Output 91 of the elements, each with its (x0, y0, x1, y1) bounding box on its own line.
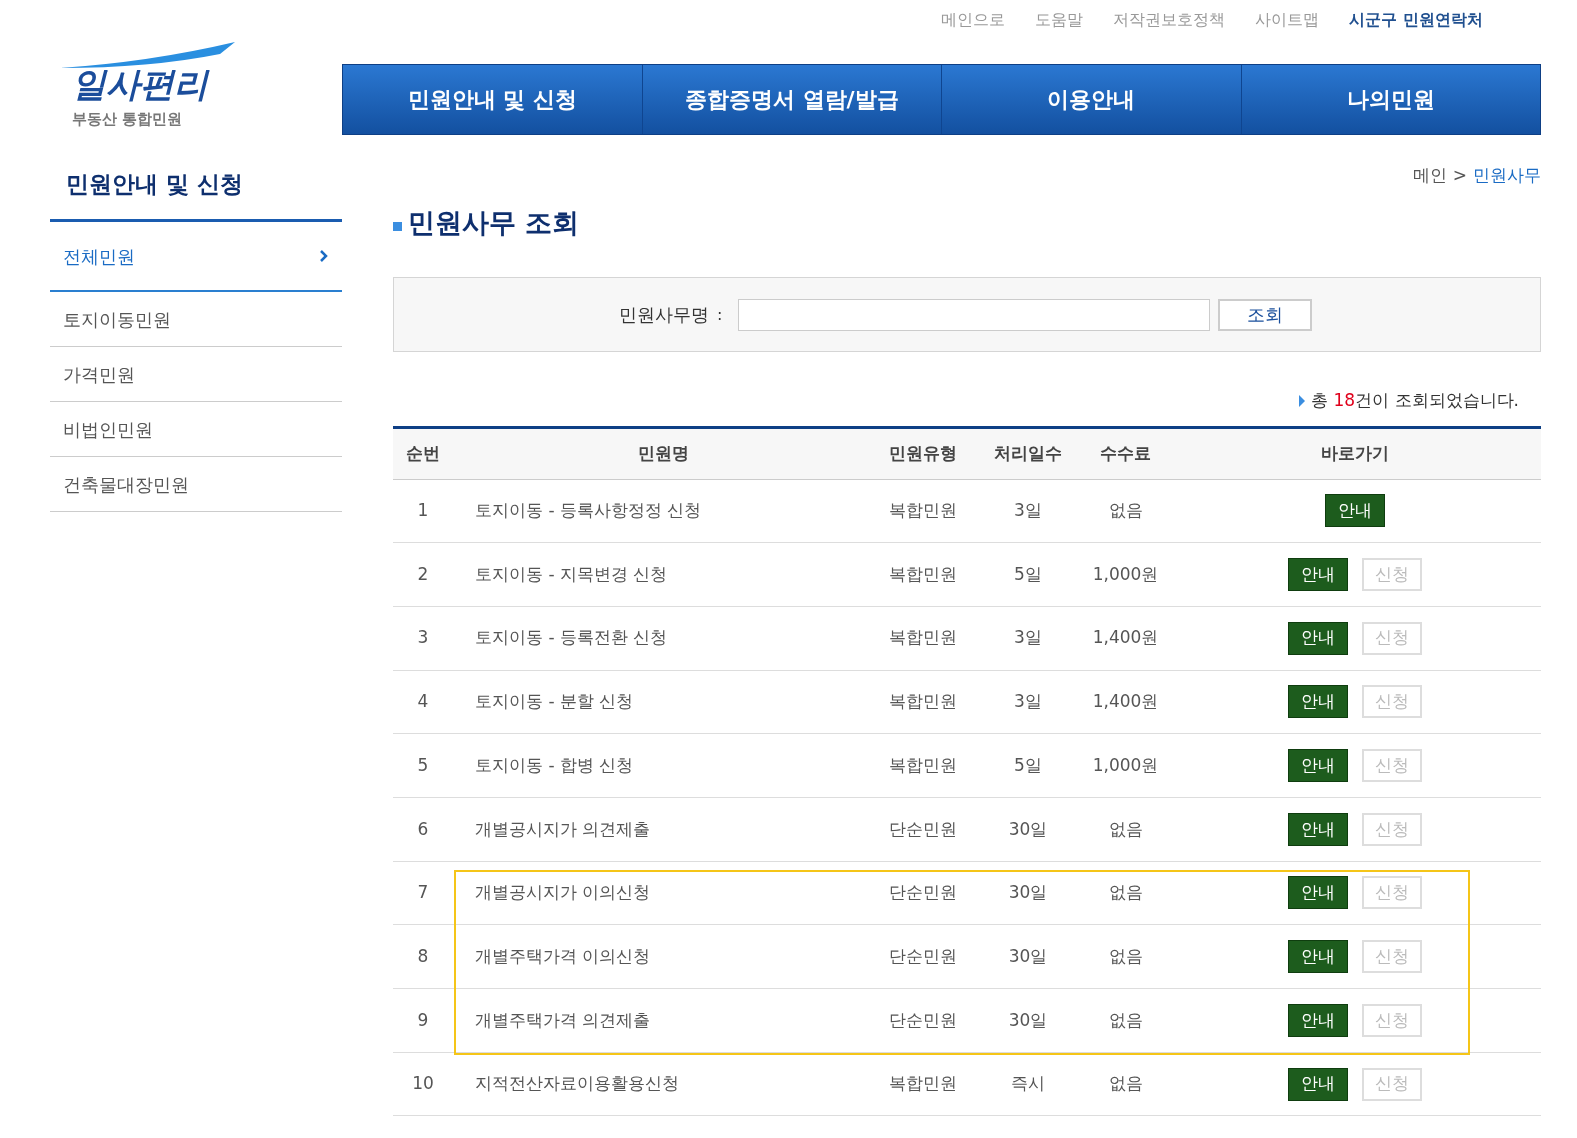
result-count-text: 총 18건이 조회되었습니다. (1311, 389, 1519, 412)
table-cell-text: 9 (416, 1008, 430, 1032)
title-bullet-icon (393, 222, 402, 232)
table-cell-text: 30일 (1007, 881, 1049, 905)
table-cell-text: 토지이동 - 합병 신청 (474, 753, 635, 777)
table-cell-text: 5일 (1013, 562, 1043, 586)
table-cell-text: 3일 (1013, 690, 1043, 714)
sidebar-item[interactable]: 전체민원 (50, 222, 342, 292)
column-header: 순번 (405, 441, 441, 465)
row-action-button[interactable]: 안내 (1287, 1067, 1348, 1101)
column-header: 민원유형 (888, 441, 958, 465)
table-cell-text: 복합민원 (888, 626, 958, 650)
table-cell-text: 없음 (1107, 1072, 1144, 1096)
search-colon: : (717, 303, 723, 326)
table-cell-text: 1,400원 (1091, 626, 1160, 650)
row-action-button[interactable]: 안내 (1287, 1003, 1348, 1037)
table-cell-text: 복합민원 (888, 499, 958, 523)
column-header: 바로가기 (1319, 441, 1390, 465)
table-cell-text: 없음 (1107, 881, 1144, 905)
table-cell-text: 없음 (1107, 1008, 1144, 1032)
table-cell-text: 단순민원 (888, 1008, 958, 1032)
table-cell-text: 2 (416, 562, 430, 586)
table-cell-text: 즉시 (1010, 1072, 1046, 1096)
row-action-button[interactable]: 안내 (1287, 749, 1348, 783)
column-header: 수수료 (1099, 441, 1152, 465)
nav-tab[interactable]: 나의민원 (1241, 65, 1540, 134)
table-cell-text: 6 (416, 817, 430, 841)
search-field[interactable] (738, 298, 1211, 331)
nav-tab[interactable]: 종합증명서 열람/발급 (642, 65, 942, 134)
table-cell-text: 1 (416, 499, 430, 523)
table-cell-text: 1,000원 (1091, 753, 1160, 777)
table-cell-text: 30일 (1007, 817, 1049, 841)
table-cell-text: 개별공시지가 이의신청 (474, 881, 652, 905)
search-label: 민원사무명 (619, 303, 709, 327)
row-action-button[interactable]: 안내 (1287, 621, 1348, 655)
table-cell-text: 단순민원 (888, 817, 958, 841)
logo-subtitle: 부동산 통합민원 (71, 109, 184, 130)
column-header: 민원명 (636, 441, 690, 465)
top-link[interactable]: 시군구 민원연락처 (1349, 8, 1483, 32)
row-action-button[interactable]: 안내 (1324, 494, 1385, 528)
table-cell-text: 3일 (1013, 499, 1043, 523)
table-cell-text: 30일 (1007, 1008, 1049, 1032)
table-cell-text: 토지이동 - 분할 신청 (474, 690, 635, 714)
row-action-button[interactable]: 안내 (1287, 812, 1348, 846)
row-action-button[interactable]: 안내 (1287, 558, 1348, 592)
sidebar-item[interactable]: 비법인민원 (50, 402, 342, 457)
row-action-button[interactable]: 안내 (1287, 940, 1348, 974)
table-cell-text: 지적전산자료이용활용신청 (474, 1072, 680, 1096)
table-cell-text: 7 (416, 881, 430, 905)
search-button[interactable]: 조회 (1218, 298, 1313, 331)
table-cell-text: 토지이동 - 등록사항정정 신청 (474, 499, 703, 523)
table-cell-text: 토지이동 - 지목변경 신청 (474, 562, 669, 586)
row-action-button[interactable]: 안내 (1287, 685, 1348, 719)
page-title: 민원사무 조회 (408, 205, 580, 240)
table-cell-text: 복합민원 (888, 562, 958, 586)
table-cell-text: 단순민원 (888, 881, 958, 905)
logo-title: 일사편리 (71, 63, 211, 106)
table-cell-text: 5일 (1013, 753, 1043, 777)
table-cell-text: 없음 (1107, 944, 1144, 968)
nav-tab[interactable]: 이용안내 (942, 65, 1242, 134)
table-cell-text: 5 (416, 753, 430, 777)
breadcrumb-link[interactable]: 메인 (1412, 163, 1447, 189)
table-cell-text: 1,400원 (1091, 690, 1160, 714)
table-cell-text: 토지이동 - 등록전환 신청 (474, 626, 669, 650)
table-cell-text: 4 (416, 690, 430, 714)
table-cell-text: 단순민원 (888, 944, 958, 968)
sidebar-title: 민원안내 및 신청 (50, 150, 342, 222)
sidebar-item[interactable]: 토지이동민원 (50, 292, 342, 347)
column-header: 처리일수 (993, 441, 1063, 465)
nav-tab[interactable]: 민원안내 및 신청 (343, 65, 643, 134)
sidebar-item[interactable]: 건축물대장민원 (50, 457, 342, 512)
table-cell-text: 3일 (1013, 626, 1043, 650)
breadcrumb-current: 민원사무 (1473, 164, 1541, 187)
triangle-bullet-icon (1299, 394, 1306, 407)
table-cell-text: 1,000원 (1091, 562, 1160, 586)
table-cell-text: 개별주택가격 이의신청 (474, 944, 652, 968)
table-cell-text: 30일 (1007, 944, 1049, 968)
table-cell-text: 8 (416, 944, 430, 968)
table-cell-text: 없음 (1107, 499, 1144, 523)
table-cell-text: 없음 (1107, 817, 1144, 841)
table-cell-text: 복합민원 (888, 753, 958, 777)
sidebar-item[interactable]: 가격민원 (50, 347, 342, 402)
table-cell-text: 3 (416, 626, 430, 650)
breadcrumb-separator: > (1452, 164, 1467, 187)
chevron-right-icon (319, 249, 329, 263)
table-cell-text: 복합민원 (888, 1072, 958, 1096)
table-cell-text: 개별주택가격 의견제출 (474, 1008, 652, 1032)
row-action-button[interactable]: 안내 (1287, 876, 1348, 910)
table-cell-text: 10 (411, 1072, 435, 1096)
table-cell-text: 개별공시지가 의견제출 (474, 817, 652, 841)
table-cell-text: 복합민원 (888, 690, 958, 714)
